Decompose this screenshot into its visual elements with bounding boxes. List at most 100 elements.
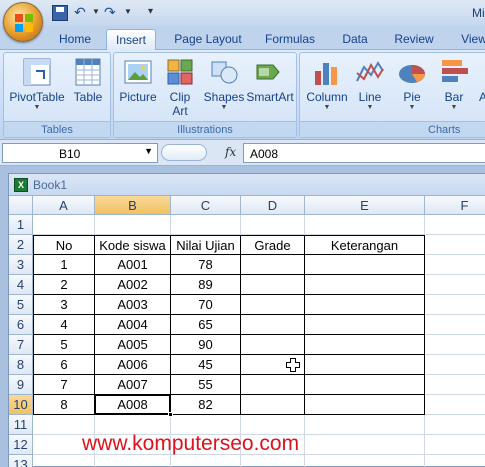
row-header-13[interactable]: 13: [9, 455, 33, 467]
cell-d3[interactable]: [241, 255, 305, 275]
row-header-8[interactable]: 8: [9, 355, 33, 375]
cell-b3[interactable]: A001: [95, 255, 171, 275]
cell-d2[interactable]: Grade: [241, 235, 305, 255]
pie-chart-button[interactable]: Pie ▼: [392, 57, 432, 112]
row-header-4[interactable]: 4: [9, 275, 33, 295]
cell-b4[interactable]: A002: [95, 275, 171, 295]
undo-dropdown-icon[interactable]: ▼: [92, 7, 100, 16]
tab-insert[interactable]: Insert: [106, 29, 156, 50]
cell-a5[interactable]: 3: [33, 295, 95, 315]
row-header-3[interactable]: 3: [9, 255, 33, 275]
formula-input[interactable]: A008: [243, 143, 485, 163]
name-box[interactable]: B10 ▼: [2, 143, 158, 163]
customize-toolbar-icon[interactable]: ▾: [148, 6, 164, 22]
cell-c4[interactable]: 89: [171, 275, 241, 295]
tab-page-layout[interactable]: Page Layout: [168, 29, 248, 50]
cell-e4[interactable]: [305, 275, 425, 295]
smartart-button[interactable]: SmartArt: [246, 57, 294, 104]
cell-a1[interactable]: [33, 215, 95, 235]
picture-button[interactable]: Picture: [118, 57, 158, 104]
spreadsheet-grid[interactable]: A B C D E F 1 2 No Kode siswa Nilai Ujian Grade Kete…: [9, 196, 485, 467]
cell-e6[interactable]: [305, 315, 425, 335]
chevron-down-icon[interactable]: ▼: [144, 146, 153, 156]
cell-a4[interactable]: 2: [33, 275, 95, 295]
cell-b13[interactable]: [95, 455, 171, 467]
cell-c6[interactable]: 65: [171, 315, 241, 335]
row-header-10[interactable]: 10: [9, 395, 33, 415]
row-header-5[interactable]: 5: [9, 295, 33, 315]
cell-e10[interactable]: [305, 395, 425, 415]
column-header-f[interactable]: F: [425, 196, 485, 215]
cell-e12[interactable]: [305, 435, 425, 455]
column-chart-button[interactable]: Column ▼: [302, 57, 352, 112]
cell-b10[interactable]: A008: [95, 395, 171, 415]
cell-d5[interactable]: [241, 295, 305, 315]
cell-e5[interactable]: [305, 295, 425, 315]
cell-f9[interactable]: [425, 375, 485, 395]
tab-view[interactable]: View: [452, 29, 485, 50]
cell-f5[interactable]: [425, 295, 485, 315]
row-header-11[interactable]: 11: [9, 415, 33, 435]
cell-d6[interactable]: [241, 315, 305, 335]
cell-a2[interactable]: No: [33, 235, 95, 255]
cell-f3[interactable]: [425, 255, 485, 275]
column-header-d[interactable]: D: [241, 196, 305, 215]
cell-a9[interactable]: 7: [33, 375, 95, 395]
cell-e7[interactable]: [305, 335, 425, 355]
cell-a3[interactable]: 1: [33, 255, 95, 275]
redo-icon[interactable]: ↷: [104, 5, 120, 21]
bar-chart-button[interactable]: Bar ▼: [434, 57, 474, 112]
cell-b9[interactable]: A007: [95, 375, 171, 395]
tab-data[interactable]: Data: [334, 29, 376, 50]
office-button[interactable]: [3, 2, 43, 42]
pivottable-button[interactable]: PivotTable ▼: [8, 57, 66, 112]
area-chart-button[interactable]: A: [476, 57, 485, 104]
cell-c10[interactable]: 82: [171, 395, 241, 415]
clip-art-button[interactable]: Clip Art: [162, 57, 198, 118]
row-header-9[interactable]: 9: [9, 375, 33, 395]
cell-e11[interactable]: [305, 415, 425, 435]
cell-f12[interactable]: [425, 435, 485, 455]
cell-f8[interactable]: [425, 355, 485, 375]
column-header-a[interactable]: A: [33, 196, 95, 215]
cell-c13[interactable]: [171, 455, 241, 467]
cell-b5[interactable]: A003: [95, 295, 171, 315]
column-header-b[interactable]: B: [95, 196, 171, 215]
cell-f11[interactable]: [425, 415, 485, 435]
insert-function-icon[interactable]: fx: [225, 145, 236, 159]
cell-b1[interactable]: [95, 215, 171, 235]
redo-dropdown-icon[interactable]: ▼: [124, 7, 132, 16]
row-header-6[interactable]: 6: [9, 315, 33, 335]
fill-handle[interactable]: [168, 412, 173, 417]
cell-b6[interactable]: A004: [95, 315, 171, 335]
cell-d10[interactable]: [241, 395, 305, 415]
row-header-2[interactable]: 2: [9, 235, 33, 255]
cell-c2[interactable]: Nilai Ujian: [171, 235, 241, 255]
cell-c7[interactable]: 90: [171, 335, 241, 355]
cell-d9[interactable]: [241, 375, 305, 395]
column-header-c[interactable]: C: [171, 196, 241, 215]
cell-e2[interactable]: Keterangan: [305, 235, 425, 255]
cell-c1[interactable]: [171, 215, 241, 235]
row-header-1[interactable]: 1: [9, 215, 33, 235]
cell-c5[interactable]: 70: [171, 295, 241, 315]
tab-formulas[interactable]: Formulas: [258, 29, 322, 50]
cell-a7[interactable]: 5: [33, 335, 95, 355]
cell-d7[interactable]: [241, 335, 305, 355]
cell-c8[interactable]: 45: [171, 355, 241, 375]
cell-f7[interactable]: [425, 335, 485, 355]
cell-a10[interactable]: 8: [33, 395, 95, 415]
tab-review[interactable]: Review: [388, 29, 440, 50]
tab-home[interactable]: Home: [52, 29, 98, 50]
cell-e3[interactable]: [305, 255, 425, 275]
cell-f4[interactable]: [425, 275, 485, 295]
cell-e8[interactable]: [305, 355, 425, 375]
cell-c9[interactable]: 55: [171, 375, 241, 395]
save-icon[interactable]: [52, 5, 68, 21]
cell-f1[interactable]: [425, 215, 485, 235]
cell-a8[interactable]: 6: [33, 355, 95, 375]
cell-c3[interactable]: 78: [171, 255, 241, 275]
cell-d1[interactable]: [241, 215, 305, 235]
cell-f13[interactable]: [425, 455, 485, 467]
line-chart-button[interactable]: Line ▼: [352, 57, 388, 112]
